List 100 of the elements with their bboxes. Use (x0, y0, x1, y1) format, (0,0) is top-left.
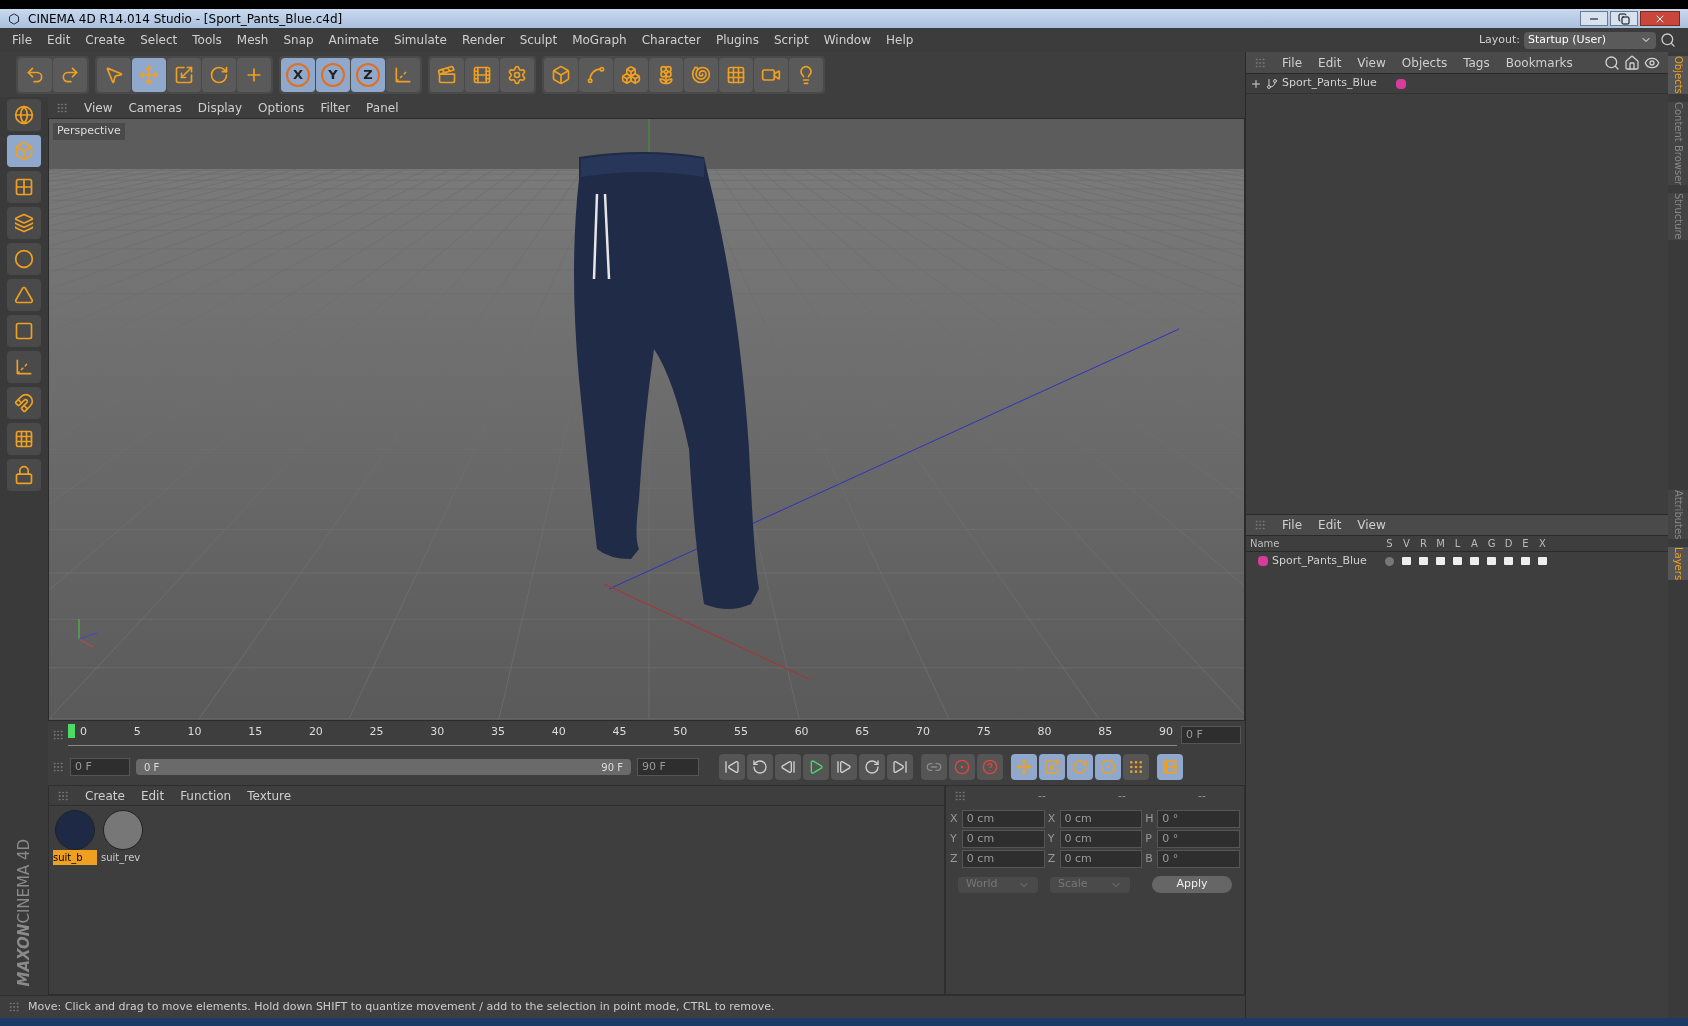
frame-range-field[interactable]: 0 F 90 F (136, 759, 631, 775)
number-field[interactable]: 0 ° (1157, 810, 1240, 828)
layer-toggle-icon[interactable] (1402, 557, 1411, 565)
tool-button[interactable] (132, 57, 166, 92)
layer-toggle-icon[interactable] (1385, 556, 1394, 566)
layer-toggle-icon[interactable] (1436, 557, 1445, 565)
axis-lock-button[interactable]: Z (351, 57, 385, 92)
menu-item[interactable]: Create (85, 31, 126, 49)
side-tab[interactable]: Layers (1668, 547, 1688, 581)
menu-item[interactable]: View (1357, 53, 1386, 72)
menu-item[interactable]: Texture (247, 786, 292, 805)
mode-button[interactable] (7, 99, 41, 131)
mode-button[interactable] (7, 243, 41, 275)
side-tab[interactable]: Objects (1668, 56, 1688, 94)
menu-item[interactable]: Plugins (715, 31, 759, 49)
menu-item[interactable]: Edit (1318, 516, 1342, 534)
mode-button[interactable] (7, 207, 41, 239)
menu-item[interactable]: View (1357, 516, 1386, 534)
layer-toggle-icon[interactable] (1419, 557, 1428, 565)
layout-dropdown[interactable]: Startup (User) (1524, 31, 1656, 49)
tool-button[interactable] (500, 57, 534, 92)
menu-item[interactable]: Cameras (128, 98, 182, 117)
menu-item[interactable]: Window (823, 31, 872, 49)
menu-item[interactable]: Edit (140, 786, 165, 805)
number-field[interactable]: 90 F (637, 758, 699, 776)
layer-toggle-icon[interactable] (1504, 557, 1513, 565)
close-button[interactable] (1640, 11, 1680, 26)
tool-button[interactable] (202, 57, 236, 92)
layer-toggle-icon[interactable] (1521, 557, 1530, 565)
menu-item[interactable]: Bookmarks (1505, 53, 1573, 72)
tool-button[interactable] (789, 57, 823, 92)
tool-button[interactable] (684, 57, 718, 92)
menu-item[interactable]: Edit (47, 31, 71, 49)
tool-button[interactable] (386, 57, 420, 92)
menu-item[interactable]: Character (641, 31, 701, 49)
menu-item[interactable]: Display (197, 98, 243, 117)
number-field[interactable]: 0 F (70, 758, 130, 776)
menu-item[interactable]: File (1282, 53, 1303, 72)
tool-button[interactable] (237, 57, 271, 92)
transport-button[interactable] (831, 754, 857, 780)
tool-button[interactable] (53, 57, 87, 92)
menu-item[interactable]: Objects (1401, 53, 1448, 72)
transport-button[interactable] (921, 754, 947, 780)
tool-button[interactable] (719, 57, 753, 92)
material-swatch[interactable]: suit_b (53, 810, 97, 865)
number-field[interactable]: 0 cm (961, 810, 1045, 828)
expand-icon[interactable] (1250, 77, 1262, 90)
number-field[interactable]: 0 cm (961, 850, 1045, 868)
number-field[interactable]: 0 ° (1157, 850, 1240, 868)
menu-item[interactable]: Tags (1463, 53, 1490, 72)
menu-item[interactable]: Edit (1318, 53, 1342, 72)
menu-item[interactable]: Select (140, 31, 178, 49)
home-icon[interactable] (1624, 54, 1640, 71)
menu-item[interactable]: Simulate (393, 31, 447, 49)
search-icon[interactable] (1660, 32, 1676, 48)
tool-button[interactable] (167, 57, 201, 92)
number-field[interactable]: 0 cm (961, 830, 1045, 848)
layer-toggle-icon[interactable] (1538, 557, 1547, 565)
axis-lock-button[interactable]: X (281, 57, 315, 92)
menu-item[interactable]: Snap (283, 31, 314, 49)
menu-item[interactable]: Animate (328, 31, 379, 49)
mode-button[interactable] (7, 387, 41, 419)
number-field[interactable]: 0 cm (1059, 830, 1143, 848)
transport-button[interactable] (775, 754, 801, 780)
transport-button[interactable] (719, 754, 745, 780)
mode-button[interactable] (7, 423, 41, 455)
menu-item[interactable]: Help (886, 31, 914, 49)
tool-button[interactable] (97, 57, 131, 92)
transport-button[interactable] (803, 754, 829, 780)
transport-button[interactable] (859, 754, 885, 780)
number-field[interactable]: 0 cm (1059, 850, 1143, 868)
mode-button[interactable] (7, 351, 41, 383)
search-icon[interactable] (1604, 54, 1620, 71)
number-field[interactable]: 0 cm (1059, 810, 1143, 828)
viewport[interactable]: Perspective (48, 118, 1245, 721)
menu-item[interactable]: MoGraph (572, 31, 627, 49)
object-row[interactable]: Sport_Pants_Blue (1246, 74, 1668, 94)
layer-toggle-icon[interactable] (1487, 557, 1496, 565)
mode-button[interactable] (7, 279, 41, 311)
restore-button[interactable] (1610, 11, 1638, 26)
menu-item[interactable]: File (1282, 516, 1303, 534)
tool-button[interactable] (430, 57, 464, 92)
menu-item[interactable]: Script (773, 31, 809, 49)
axis-lock-button[interactable]: Y (316, 57, 350, 92)
tool-button[interactable] (18, 57, 52, 92)
menu-item[interactable]: Function (180, 786, 232, 805)
minimize-button[interactable] (1580, 11, 1608, 26)
menu-item[interactable]: Filter (320, 98, 351, 117)
tool-button[interactable] (614, 57, 648, 92)
material-swatch[interactable]: suit_rev (101, 810, 145, 865)
menu-item[interactable]: Render (461, 31, 505, 49)
menu-item[interactable]: Panel (366, 98, 399, 117)
menu-item[interactable]: View (84, 98, 113, 117)
transport-button[interactable] (1123, 754, 1149, 780)
transport-button[interactable] (747, 754, 773, 780)
mode-button[interactable] (7, 459, 41, 491)
tool-button[interactable] (579, 57, 613, 92)
menu-item[interactable]: Create (85, 786, 125, 805)
menu-item[interactable]: File (12, 31, 33, 49)
menu-item[interactable]: Mesh (236, 31, 269, 49)
